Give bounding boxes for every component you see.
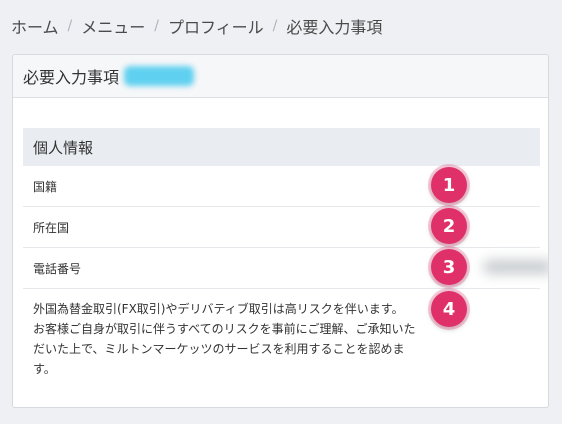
annotation-badge-3: 3 — [431, 249, 467, 285]
breadcrumb-separator: / — [272, 18, 278, 34]
row-label: 電話番号 — [33, 261, 82, 276]
section-title: 個人情報 — [23, 128, 540, 166]
breadcrumb-separator: / — [154, 18, 159, 34]
card-title: 必要入力事項 — [23, 68, 120, 87]
annotation-badge-2: 2 — [431, 208, 467, 244]
row-label: 所在国 — [33, 220, 70, 235]
redacted-phone — [483, 260, 548, 274]
breadcrumb: ホーム / メニュー / プロフィール / 必要入力事項 — [11, 14, 382, 38]
breadcrumb-separator: / — [67, 18, 73, 34]
annotation-badge-4: 4 — [431, 291, 467, 327]
breadcrumb-menu-link[interactable]: メニュー — [81, 14, 145, 38]
card-header: 必要入力事項 — [13, 55, 548, 98]
row-label: 国籍 — [33, 179, 58, 194]
breadcrumb-profile-link[interactable]: プロフィール — [168, 14, 264, 38]
annotation-badge-1: 1 — [431, 167, 467, 203]
breadcrumb-home-link[interactable]: ホーム — [11, 14, 59, 38]
risk-agreement-text: 外国為替金取引(FX取引)やデリバティブ取引は高リスクを伴います。 お客様ご自身… — [33, 302, 416, 376]
breadcrumb-current: 必要入力事項 — [286, 18, 383, 37]
redacted-name — [124, 66, 195, 86]
required-info-card: 必要入力事項 個人情報 国籍 所在国 電話番号 外国為替金取引(FX取引)やデリ… — [12, 54, 549, 408]
